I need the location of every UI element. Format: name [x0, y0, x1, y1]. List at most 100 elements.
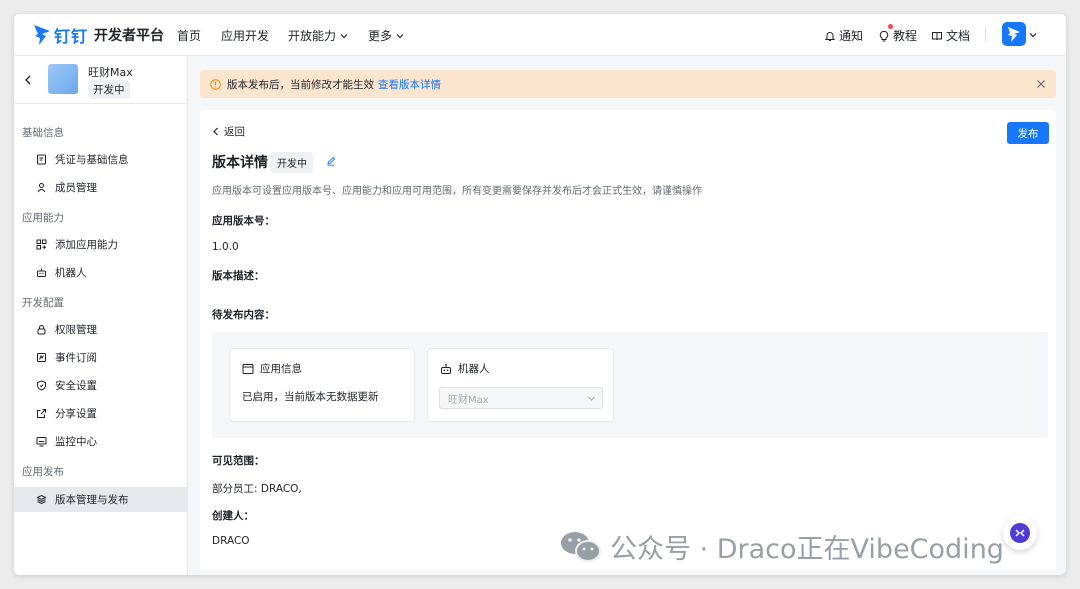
user-avatar[interactable]: [1002, 22, 1026, 46]
publish-button[interactable]: 发布: [1007, 122, 1049, 144]
sidebar-item-members[interactable]: 成员管理: [14, 175, 188, 200]
user-icon: [37, 183, 46, 193]
tutorial-link[interactable]: 教程: [878, 24, 918, 44]
platform-name: 开发者平台: [94, 28, 165, 44]
info-icon: [210, 78, 221, 90]
sidebar-item-version-release[interactable]: 版本管理与发布: [14, 487, 188, 512]
layers-icon: [36, 494, 47, 505]
robot-select-value: 旺财Max: [448, 394, 489, 406]
app-icon: [48, 64, 78, 94]
section-dev-config: 开发配置: [22, 297, 64, 309]
dingtalk-avatar-icon: [1008, 27, 1020, 42]
lock-icon: [37, 325, 46, 335]
pending-content-label: 待发布内容：: [212, 309, 275, 321]
window-icon: [242, 363, 254, 374]
event-icon: [37, 353, 46, 362]
sidebar-item-label: 机器人: [55, 267, 87, 279]
close-icon[interactable]: [1036, 79, 1046, 89]
top-navbar: 钉钉 开发者平台 首页 应用开发 开放能力 更多 通知 教程 文档: [14, 14, 1066, 56]
nav-open-capability[interactable]: 开放能力: [288, 27, 349, 44]
chevron-left-icon: [213, 127, 218, 136]
chevron-down-icon: [396, 33, 404, 38]
app-window: 钉钉 开发者平台 首页 应用开发 开放能力 更多 通知 教程 文档 旺财Max …: [14, 14, 1066, 575]
notify-label: 通知: [839, 29, 864, 43]
sidebar-item-permissions[interactable]: 权限管理: [14, 317, 188, 342]
sidebar-item-monitor[interactable]: 监控中心: [14, 429, 188, 454]
pending-content-area: 应用信息 已启用，当前版本无数据更新 机器人 旺财Max: [212, 332, 1048, 438]
app-status-badge: 开发中: [88, 80, 130, 99]
chevron-left-icon[interactable]: [23, 74, 33, 86]
assistant-fab[interactable]: [1003, 516, 1037, 550]
nav-app-dev[interactable]: 应用开发: [221, 27, 269, 44]
sidebar: 旺财Max 开发中 基础信息 凭证与基础信息 成员管理 应用能力 添加应用能力 …: [14, 56, 188, 575]
chevron-down-icon: [340, 33, 348, 38]
scope-label: 可见范围：: [212, 455, 265, 467]
view-version-link[interactable]: 查看版本详情: [378, 77, 441, 92]
robot-icon: [441, 363, 451, 374]
nav-divider: [985, 28, 986, 42]
app-info-status: 已启用，当前版本无数据更新: [242, 391, 379, 403]
tutorial-label: 教程: [893, 29, 918, 43]
chevron-down-icon[interactable]: [1028, 30, 1038, 40]
dingtalk-logo-icon: [34, 25, 50, 45]
docs-link[interactable]: 文档: [931, 27, 970, 44]
sidebar-item-label: 添加应用能力: [55, 239, 118, 251]
lightbulb-icon: [879, 30, 889, 41]
version-detail-card: 返回 发布 版本详情 开发中 应用版本可设置应用版本号、应用能力和应用可用范围，…: [200, 110, 1056, 570]
nav-open-capability-label: 开放能力: [288, 29, 337, 43]
page-title: 版本详情: [212, 155, 268, 171]
logo[interactable]: 钉钉 开发者平台: [32, 23, 164, 47]
back-link[interactable]: 返回: [212, 124, 245, 139]
nav-more-label: 更多: [368, 29, 393, 43]
robot-title-label: 机器人: [458, 363, 490, 375]
version-desc-label: 版本描述：: [212, 270, 265, 282]
brand-name: 钉钉: [54, 27, 89, 46]
sidebar-item-label: 权限管理: [55, 324, 97, 336]
notice-banner: 版本发布后，当前修改才能生效 查看版本详情: [200, 70, 1056, 98]
sidebar-item-security[interactable]: 安全设置: [14, 373, 188, 398]
grid-plus-icon: [36, 239, 47, 250]
bell-icon: [824, 31, 836, 41]
robot-title: 机器人: [440, 361, 490, 376]
document-icon: [37, 154, 46, 165]
sidebar-item-label: 安全设置: [55, 380, 97, 392]
sidebar-item-label: 分享设置: [55, 408, 97, 420]
app-info-card: 应用信息 已启用，当前版本无数据更新: [229, 348, 415, 422]
sidebar-item-label: 事件订阅: [55, 352, 97, 364]
watermark-text: 公众号 · Draco正在VibeCoding: [610, 534, 1004, 565]
sidebar-item-label: 成员管理: [55, 182, 97, 194]
creator-value: DRACO: [212, 535, 250, 547]
app-info-title-label: 应用信息: [260, 363, 302, 375]
section-basic-info: 基础信息: [22, 127, 64, 139]
sidebar-item-credentials[interactable]: 凭证与基础信息: [14, 147, 188, 172]
scope-value: 部分员工: DRACO,: [212, 483, 302, 495]
wechat-icon: [561, 531, 601, 562]
nav-more[interactable]: 更多: [368, 27, 405, 44]
robot-select[interactable]: 旺财Max: [439, 387, 603, 409]
page-description: 应用版本可设置应用版本号、应用能力和应用可用范围，所有变更需要保存并发布后才会正…: [212, 186, 702, 197]
app-info-title: 应用信息: [242, 361, 302, 376]
sidebar-item-label: 凭证与基础信息: [55, 154, 129, 166]
unread-dot: [888, 24, 893, 29]
app-name: 旺财Max: [88, 66, 133, 79]
share-icon: [37, 409, 46, 418]
monitor-icon: [36, 437, 47, 447]
notify-link[interactable]: 通知: [824, 27, 863, 44]
section-app-release: 应用发布: [22, 466, 64, 478]
sidebar-item-events[interactable]: 事件订阅: [14, 345, 188, 370]
sidebar-item-robot[interactable]: 机器人: [14, 260, 188, 285]
edit-icon[interactable]: [326, 156, 336, 166]
version-label: 应用版本号：: [212, 215, 275, 227]
sidebar-item-label: 监控中心: [55, 436, 97, 448]
docs-label: 文档: [946, 29, 971, 43]
robot-card: 机器人 旺财Max: [427, 348, 614, 422]
sidebar-item-share[interactable]: 分享设置: [14, 401, 188, 426]
section-app-capability: 应用能力: [22, 212, 64, 224]
sidebar-item-add-capability[interactable]: 添加应用能力: [14, 232, 188, 257]
sidebar-item-label: 版本管理与发布: [55, 494, 129, 506]
creator-label: 创建人：: [212, 510, 254, 522]
nav-home[interactable]: 首页: [177, 27, 201, 44]
version-value: 1.0.0: [212, 241, 239, 253]
shield-icon: [37, 380, 46, 391]
back-label: 返回: [224, 126, 245, 138]
